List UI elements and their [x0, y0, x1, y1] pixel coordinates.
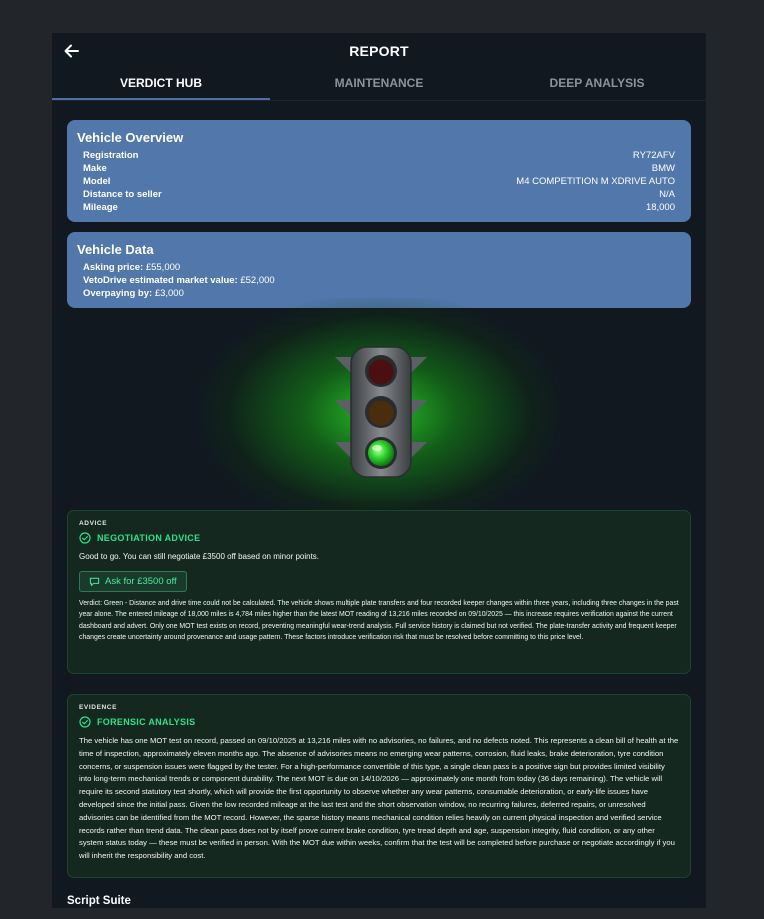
evidence-card: EVIDENCE FORENSIC ANALYSIS The vehicle h… — [67, 694, 691, 878]
evidence-eyebrow: EVIDENCE — [79, 704, 118, 711]
row-value: BMW — [651, 163, 675, 174]
traffic-light-icon — [335, 346, 427, 478]
overview-row-mileage: Mileage 18,000 — [77, 201, 675, 214]
tab-bar: VERDICT HUB MAINTENANCE DEEP ANALYSIS — [52, 69, 706, 101]
advice-summary: Good to go. You can still negotiate £350… — [79, 552, 320, 561]
overview-row-registration: Registration RY72AFV — [77, 149, 675, 162]
row-label: Asking price: — [83, 262, 144, 273]
script-suite-title: Script Suite — [67, 895, 131, 907]
vehicle-data-row-market: VetoDrive estimated market value: £52,00… — [77, 274, 675, 287]
ask-discount-label: Ask for £3500 off — [105, 575, 177, 587]
advice-eyebrow: ADVICE — [79, 520, 108, 527]
row-value: N/A — [659, 189, 675, 200]
vehicle-data-row-asking: Asking price: £55,000 — [77, 261, 675, 274]
overview-row-model: Model M4 COMPETITION M XDRIVE AUTO — [77, 175, 675, 188]
evidence-body: The vehicle has one MOT test on record, … — [79, 736, 679, 861]
row-value: M4 COMPETITION M XDRIVE AUTO — [516, 176, 675, 187]
row-label: Mileage — [83, 202, 118, 213]
row-value: 18,000 — [645, 202, 675, 213]
ask-discount-button[interactable]: Ask for £3500 off — [79, 570, 187, 592]
row-label: Make — [83, 163, 107, 174]
row-value: £55,000 — [145, 262, 181, 273]
row-label: VetoDrive estimated market value: — [83, 275, 238, 286]
row-value: RY72AFV — [632, 150, 675, 161]
row-value: £52,000 — [240, 275, 275, 286]
advice-card: ADVICE NEGOTIATION ADVICE Good to go. Yo… — [67, 510, 691, 674]
row-label: Registration — [83, 150, 139, 161]
chat-icon — [89, 577, 100, 586]
overview-row-make: Make BMW — [77, 162, 675, 175]
evidence-title: FORENSIC ANALYSIS — [97, 717, 196, 727]
vehicle-overview-card: Vehicle Overview Registration RY72AFV Ma… — [67, 120, 691, 222]
advice-verdict: Verdict: Green - Distance and drive time… — [79, 599, 679, 642]
tab-deep-analysis[interactable]: DEEP ANALYSIS — [488, 76, 706, 90]
check-circle-icon — [79, 716, 91, 728]
row-label: Overpaying by: — [83, 288, 153, 299]
vehicle-data-card: Vehicle Data Asking price: £55,000 VetoD… — [67, 232, 691, 308]
vehicle-data-title: Vehicle Data — [77, 242, 154, 257]
advice-title: NEGOTIATION ADVICE — [97, 533, 201, 543]
row-value: £3,000 — [154, 288, 184, 299]
advice-heading: NEGOTIATION ADVICE — [79, 532, 679, 544]
row-label: Distance to seller — [83, 189, 162, 200]
evidence-heading: FORENSIC ANALYSIS — [79, 716, 679, 728]
report-screen: REPORT VERDICT HUB MAINTENANCE DEEP ANAL… — [52, 33, 706, 908]
active-tab-indicator — [52, 98, 270, 100]
page-title: REPORT — [349, 43, 409, 59]
row-label: Model — [83, 176, 111, 187]
header-bar: REPORT — [52, 33, 706, 69]
vehicle-overview-title: Vehicle Overview — [77, 130, 184, 145]
tab-verdict-hub[interactable]: VERDICT HUB — [52, 76, 270, 90]
overview-row-distance: Distance to seller N/A — [77, 188, 675, 201]
tab-maintenance[interactable]: MAINTENANCE — [270, 76, 488, 90]
check-circle-icon — [79, 532, 91, 544]
